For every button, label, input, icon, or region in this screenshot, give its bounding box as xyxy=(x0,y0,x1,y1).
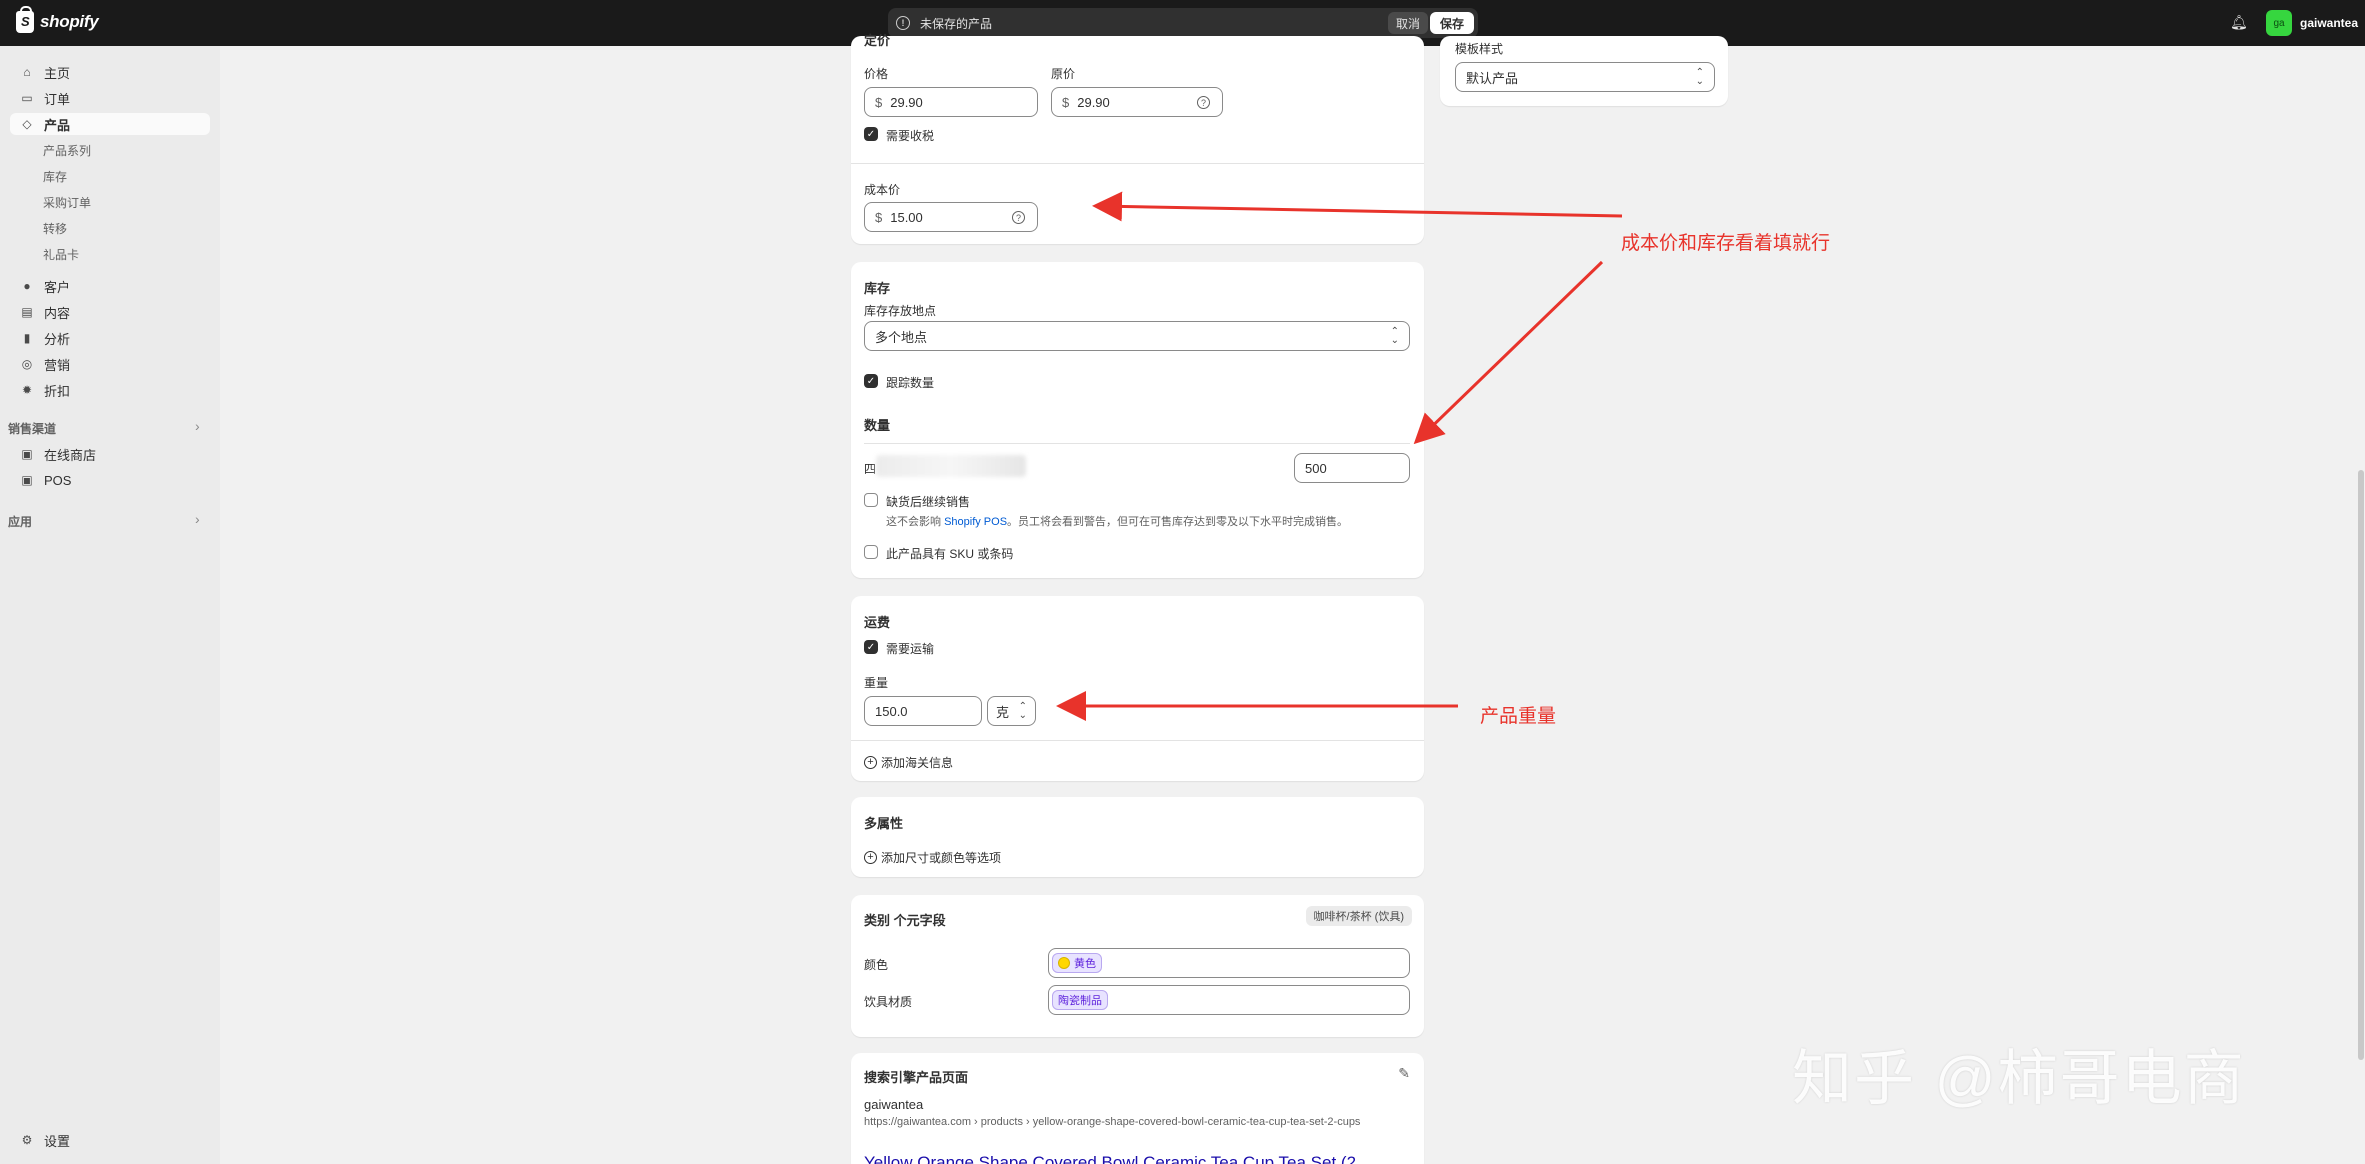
annotation-cost-inventory: 成本价和库存看着填就行 xyxy=(1621,233,1831,254)
arrow-to-quantity xyxy=(1413,260,1604,445)
annotation-arrows xyxy=(1056,191,1623,721)
scrollbar[interactable] xyxy=(2358,470,2364,1060)
annotation-weight: 产品重量 xyxy=(1480,706,1557,727)
zhihu-watermark: 知乎 @柿哥电商 xyxy=(1792,1045,2246,1112)
arrow-to-cost xyxy=(1092,191,1623,222)
